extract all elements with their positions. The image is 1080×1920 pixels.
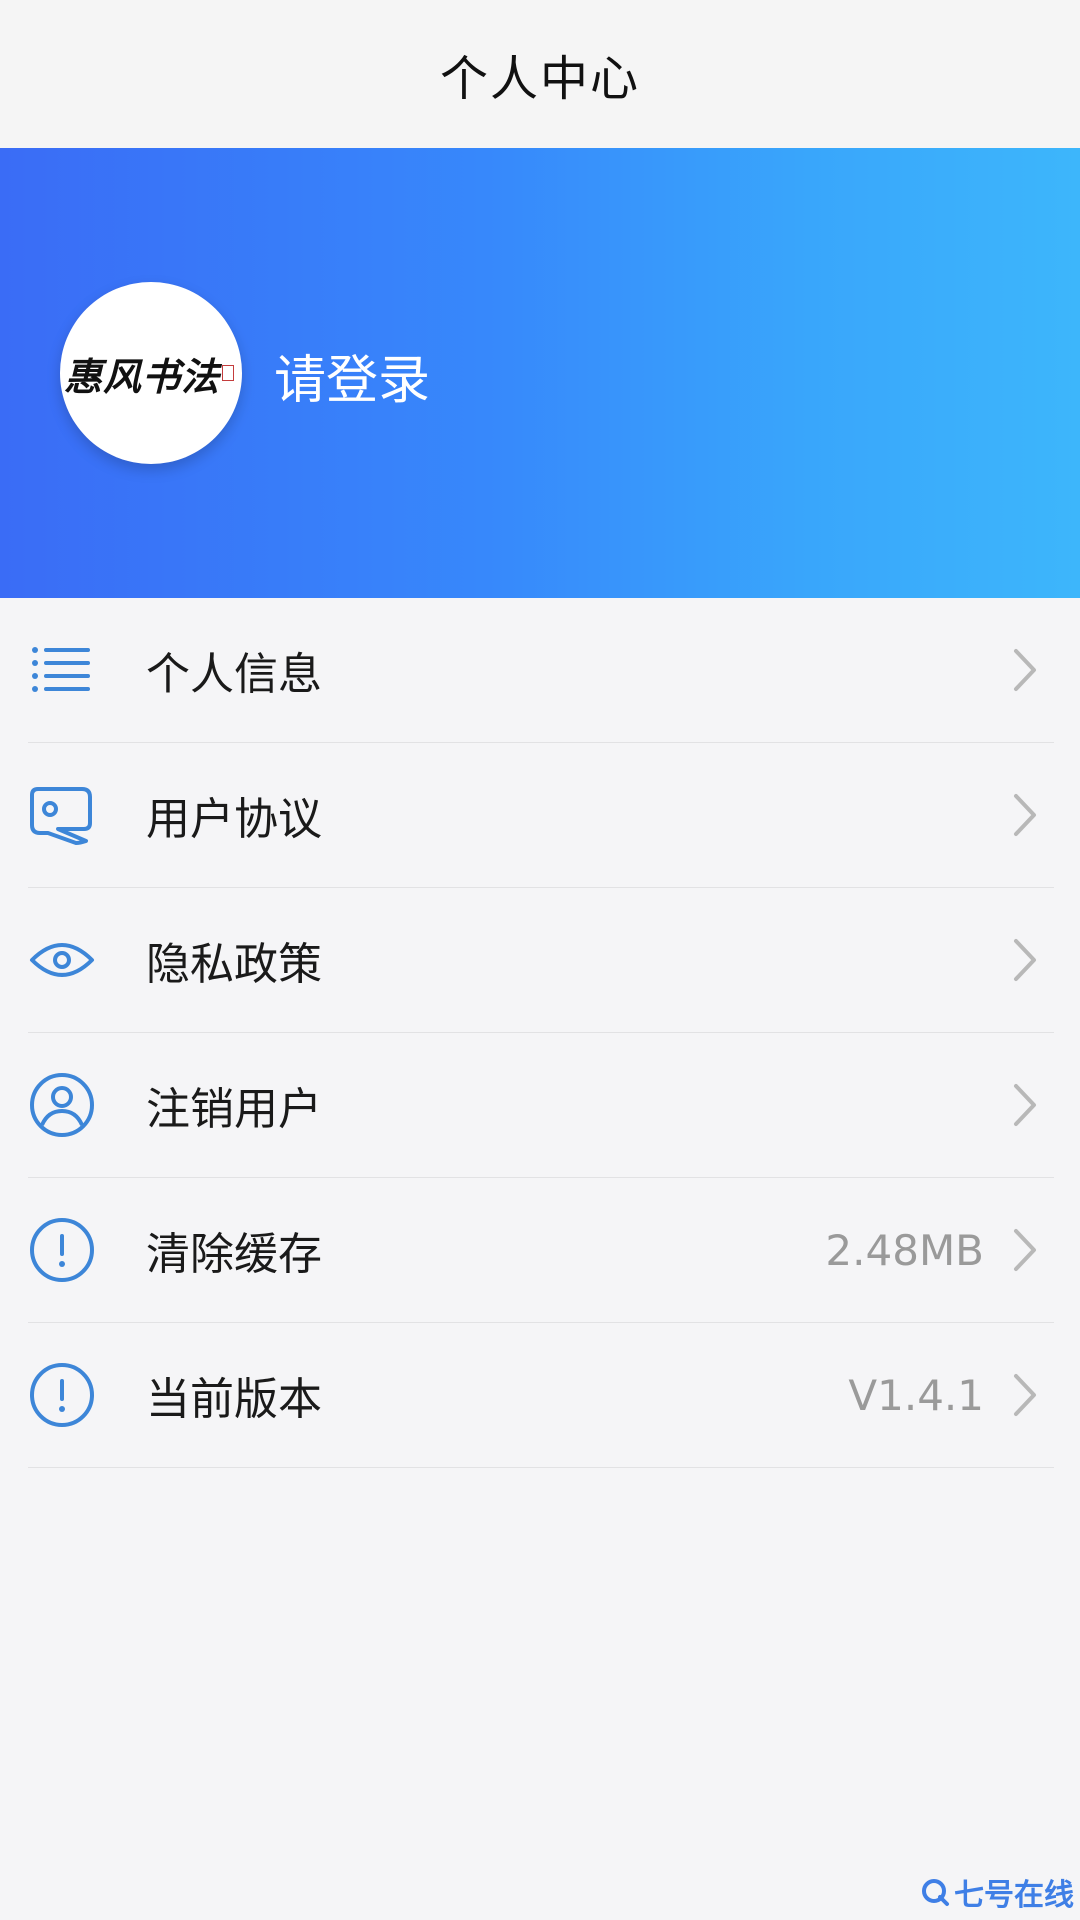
chevron-right-icon — [1014, 939, 1036, 981]
login-prompt[interactable]: 请登录 — [274, 345, 430, 417]
menu-item-label: 注销用户 — [146, 1084, 322, 1135]
cache-size-value: 2.48MB — [825, 1225, 984, 1275]
menu-item-label: 隐私政策 — [146, 939, 322, 990]
chevron-right-icon — [1014, 649, 1036, 691]
eye-icon — [28, 926, 96, 994]
menu-item-deregister-user[interactable]: 注销用户 — [28, 1033, 1054, 1178]
exclamation-circle-icon — [28, 1216, 96, 1284]
watermark-logo-icon — [922, 1879, 949, 1906]
menu-item-user-agreement[interactable]: 用户协议 — [28, 743, 1054, 888]
profile-banner: 惠风书法 请登录 — [0, 148, 1080, 598]
list-icon — [28, 636, 96, 704]
exclamation-circle-icon — [28, 1361, 96, 1429]
chevron-right-icon — [1014, 1229, 1036, 1271]
menu-item-clear-cache[interactable]: 清除缓存 2.48MB — [28, 1178, 1054, 1323]
user-circle-icon — [28, 1071, 96, 1139]
top-bar: 个人中心 — [0, 0, 1080, 148]
chevron-right-icon — [1014, 794, 1036, 836]
tag-icon — [28, 781, 96, 849]
chevron-right-icon — [1014, 1374, 1036, 1416]
menu-item-label: 用户协议 — [146, 794, 322, 845]
menu-item-personal-info[interactable]: 个人信息 — [28, 598, 1054, 743]
version-value: V1.4.1 — [848, 1370, 984, 1420]
menu-item-label: 当前版本 — [146, 1374, 322, 1425]
settings-menu: 个人信息 用户协议 隐私政策 注销用户 清除缓存 2.48MB 当前版本 V1.… — [0, 598, 1080, 1468]
watermark: 七号在线 — [920, 1870, 1074, 1914]
seal-mark — [222, 365, 234, 381]
watermark-text: 七号在线 — [954, 1878, 1074, 1913]
page-title: 个人中心 — [439, 51, 640, 107]
menu-item-privacy-policy[interactable]: 隐私政策 — [28, 888, 1054, 1033]
menu-item-label: 个人信息 — [146, 649, 322, 700]
avatar[interactable]: 惠风书法 — [60, 282, 242, 464]
menu-item-current-version[interactable]: 当前版本 V1.4.1 — [28, 1323, 1054, 1468]
chevron-right-icon — [1014, 1084, 1036, 1126]
menu-item-label: 清除缓存 — [146, 1229, 322, 1280]
avatar-logo: 惠风书法 — [63, 353, 220, 399]
